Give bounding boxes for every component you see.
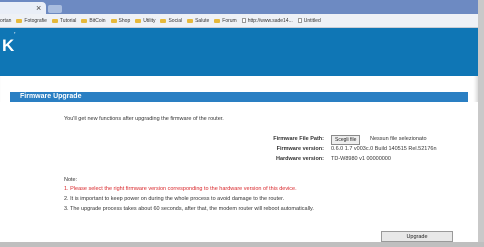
page-icon (241, 18, 246, 23)
bookmark-item[interactable]: Social (160, 18, 182, 24)
bookmark-item[interactable]: Untitled (297, 17, 321, 24)
bookmark-label: Forum (222, 17, 237, 24)
firmware-version-value: 0.6.0 1.7 v003c.0 Build 140515 Rel.52176… (331, 146, 437, 152)
folder-icon (187, 18, 194, 23)
folder-icon (160, 18, 167, 23)
folder-icon (51, 18, 58, 23)
page-title: Firmware Upgrade (20, 93, 82, 100)
bookmark-label: Social (168, 17, 183, 24)
folder-icon (16, 18, 23, 23)
bookmark-label: Shop (118, 17, 131, 24)
browser-tab[interactable]: × (0, 2, 46, 14)
bookmark-item[interactable]: Utility (135, 18, 155, 24)
monitor-edge-bottom (0, 242, 484, 247)
bookmark-item[interactable]: Shop (110, 17, 131, 24)
folder-icon (110, 18, 117, 23)
firmware-version-label: Firmware version: (276, 146, 324, 152)
bookmark-item[interactable]: Tutorial (51, 17, 77, 24)
folder-icon (135, 18, 142, 23)
router-logo[interactable]: K (2, 36, 15, 56)
hardware-version-label: Hardware version: (276, 156, 324, 162)
new-tab-button[interactable] (48, 5, 62, 13)
note-item: 3. The upgrade process takes about 60 se… (64, 206, 314, 212)
firmware-upgrade-panel: You'll get new functions after upgrading… (0, 102, 478, 242)
bookmark-label: Fotografie (24, 17, 47, 24)
bookmarks-bar: ortan Fotografie Tutorial BitCoin Shop U… (0, 14, 478, 28)
file-status-text: Nessun file selezionato (370, 136, 427, 142)
bookmark-label: http://www.sade14... (247, 17, 293, 24)
note-item: 2. It is important to keep power on duri… (64, 196, 285, 202)
router-logo-mark: ’ (14, 32, 16, 39)
folder-icon (81, 18, 88, 23)
bookmark-label: Utility (143, 17, 156, 24)
bookmark-label: ortan (0, 17, 12, 24)
intro-text: You'll get new functions after upgrading… (64, 116, 224, 122)
tab-bar: × (0, 0, 478, 14)
bookmark-item[interactable]: Fotografie (16, 18, 47, 24)
hardware-version-value: TD-W8980 v1 00000000 (331, 156, 391, 162)
bookmark-label: Salute (195, 17, 210, 24)
router-header: K ’ (0, 28, 478, 76)
file-path-label: Firmware File Path: (273, 136, 324, 142)
bookmark-label: Tutorial (59, 17, 77, 24)
choose-file-button[interactable]: Scegli file (331, 135, 361, 145)
bookmark-label: BitCoin (89, 17, 106, 24)
note-heading: Note: (64, 177, 78, 183)
folder-icon (214, 18, 221, 23)
bookmark-item[interactable]: Salute (187, 18, 209, 24)
monitor-edge-right (478, 0, 484, 247)
bookmark-item[interactable]: Forum (214, 17, 237, 24)
bookmark-item[interactable]: ortan (0, 18, 11, 24)
bookmark-label: Untitled (303, 17, 321, 24)
note-item-warning: 1. Please select the right firmware vers… (64, 186, 297, 192)
upgrade-button[interactable]: Upgrade (381, 231, 453, 242)
browser-screen: × ortan Fotografie Tutorial BitCoin Shop… (0, 0, 478, 242)
bookmark-item[interactable]: http://www.sade14... (241, 17, 293, 24)
bookmark-item[interactable]: BitCoin (81, 17, 106, 24)
tab-close-icon[interactable]: × (36, 2, 41, 14)
page-icon (297, 18, 302, 23)
section-header: Firmware Upgrade (10, 92, 468, 102)
